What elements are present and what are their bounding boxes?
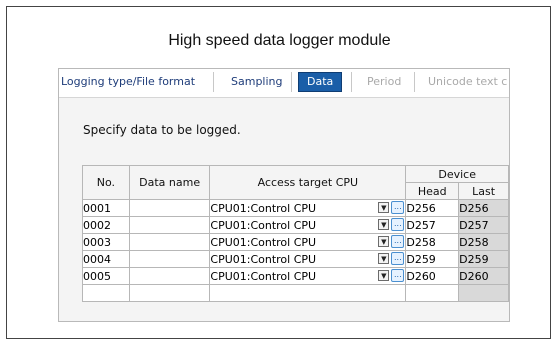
tab-sampling[interactable]: Sampling (231, 72, 283, 92)
data-table: No. Data name Access target CPU Device H… (82, 165, 509, 302)
data-name-cell[interactable] (128, 199, 211, 217)
col-header-device: Device (405, 165, 509, 183)
dropdown-arrow-icon[interactable]: ▼ (378, 219, 390, 230)
settings-panel: Logging type/File format Sampling Data P… (58, 68, 510, 322)
row-number: 0001 (82, 199, 130, 217)
device-last-cell: D260 (458, 267, 509, 285)
col-header-access-target-cpu: Access target CPU (209, 165, 407, 200)
tab-data[interactable]: Data (298, 72, 343, 92)
access-target-cpu-select[interactable]: CPU01:Control CPU ▼... (209, 233, 407, 251)
cpu-value: CPU01:Control CPU (210, 252, 317, 266)
device-last-cell: D256 (458, 199, 509, 217)
browse-button[interactable]: ... (391, 235, 405, 248)
tab-separator (213, 72, 214, 92)
device-head-cell[interactable]: D258 (405, 233, 460, 251)
table-row: 0004 CPU01:Control CPU ▼... D259 D259 (82, 250, 509, 268)
data-name-cell (128, 284, 211, 302)
tab-separator (291, 72, 292, 92)
cpu-value: CPU01:Control CPU (210, 218, 317, 232)
access-target-cpu-select[interactable]: CPU01:Control CPU ▼... (209, 267, 407, 285)
col-header-last: Last (458, 182, 509, 200)
table-row: 0003 CPU01:Control CPU ▼... D258 D258 (82, 233, 509, 251)
cpu-value: CPU01:Control CPU (210, 269, 317, 283)
table-row-partial (82, 284, 509, 302)
figure-title: High speed data logger module (168, 32, 391, 49)
device-last-cell (458, 284, 509, 302)
row-number: 0004 (82, 250, 130, 268)
device-head-cell[interactable]: D259 (405, 250, 460, 268)
table-row: 0002 CPU01:Control CPU ▼... D257 D257 (82, 216, 509, 234)
row-number: 0002 (82, 216, 130, 234)
tab-unicode-text: Unicode text c (428, 75, 508, 88)
row-number: 0005 (82, 267, 130, 285)
data-name-cell[interactable] (128, 216, 211, 234)
data-name-cell[interactable] (128, 250, 211, 268)
device-last-cell: D259 (458, 250, 509, 268)
access-target-cpu-select[interactable]: CPU01:Control CPU ▼... (209, 216, 407, 234)
data-name-cell[interactable] (128, 233, 211, 251)
browse-button[interactable]: ... (391, 201, 405, 214)
data-name-cell[interactable] (128, 267, 211, 285)
table-row: 0001 CPU01:Control CPU ▼... D256 D256 (82, 199, 509, 217)
table-row: 0005 CPU01:Control CPU ▼... D260 D260 (82, 267, 509, 285)
instruction-text: Specify data to be logged. (83, 123, 241, 137)
device-head-cell[interactable]: D257 (405, 216, 460, 234)
col-header-data-name: Data name (128, 165, 211, 200)
access-target-cpu-select (209, 284, 407, 302)
row-number (82, 284, 130, 302)
access-target-cpu-select[interactable]: CPU01:Control CPU ▼... (209, 199, 407, 217)
browse-button[interactable]: ... (391, 252, 405, 265)
device-head-cell[interactable]: D260 (405, 267, 460, 285)
col-header-no: No. (82, 165, 130, 200)
browse-button[interactable]: ... (391, 269, 405, 282)
dropdown-arrow-icon[interactable]: ▼ (378, 202, 390, 213)
tab-separator (414, 72, 415, 92)
device-last-cell: D258 (458, 233, 509, 251)
access-target-cpu-select[interactable]: CPU01:Control CPU ▼... (209, 250, 407, 268)
cpu-value: CPU01:Control CPU (210, 201, 317, 215)
browse-button[interactable]: ... (391, 218, 405, 231)
row-number: 0003 (82, 233, 130, 251)
tab-logging-type-file-format[interactable]: Logging type/File format (61, 72, 195, 92)
tab-period: Period (367, 75, 402, 88)
col-header-head: Head (405, 182, 460, 200)
dropdown-arrow-icon[interactable]: ▼ (378, 236, 390, 247)
tab-separator (351, 72, 352, 92)
dropdown-arrow-icon[interactable]: ▼ (378, 253, 390, 264)
tab-bar: Logging type/File format Sampling Data P… (59, 69, 509, 98)
device-head-cell[interactable]: D256 (405, 199, 460, 217)
device-last-cell: D257 (458, 216, 509, 234)
cpu-value: CPU01:Control CPU (210, 235, 317, 249)
device-head-cell (405, 284, 460, 302)
dropdown-arrow-icon[interactable]: ▼ (378, 270, 390, 281)
